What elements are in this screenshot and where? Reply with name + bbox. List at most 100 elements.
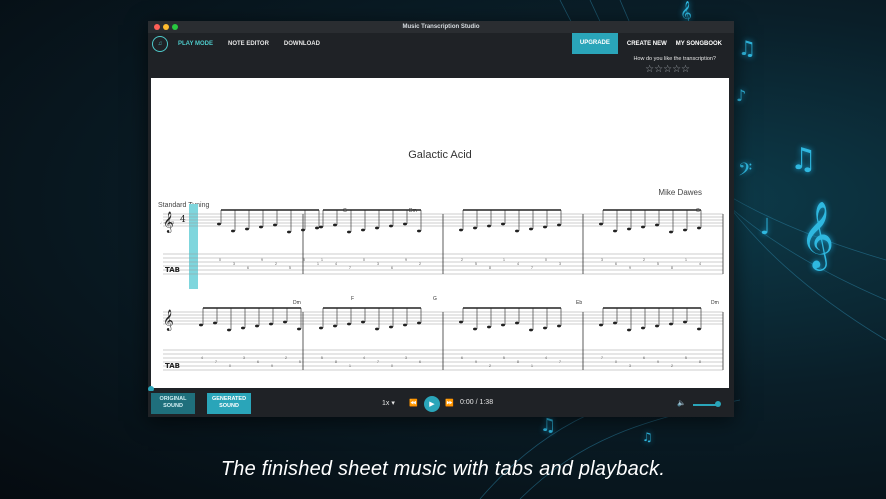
chord-label: G [343,208,347,214]
note-head [417,229,421,233]
tab-fret-number: 3 [377,262,379,266]
tab-fret-number: 7 [377,360,379,364]
tab-fret-number: 5 [503,356,505,360]
menu-note-editor[interactable]: NOTE EDITOR [228,41,269,47]
note-head [599,323,603,327]
tab-fret-number: 0 [363,258,365,262]
menu-play-mode[interactable]: PLAY MODE [178,41,213,47]
tab-fret-number: 7 [531,266,533,270]
volume-slider-knob[interactable] [715,401,721,407]
treble-clef-icon: 𝄞 [163,212,174,233]
logo-glyph: ♫ [157,40,163,47]
music-note-icon: 𝄢 [738,160,753,185]
note-head [273,223,277,227]
note-head [669,322,673,326]
playback-time: 0:00 / 1:38 [460,399,494,406]
create-new-button[interactable]: CREATE NEW [627,41,667,47]
note-head [347,322,351,326]
note-head [515,321,519,325]
note-head [361,228,365,232]
tab-fret-number: 7 [601,356,603,360]
playback-speed-select[interactable]: 1x ▾ [382,399,395,407]
maximize-window-button[interactable] [172,24,178,30]
note-head [473,327,477,331]
note-head [641,326,645,330]
rating-question: How do you like the transcription? [633,56,716,62]
note-head [613,229,617,233]
tab-fret-number: 0 [391,364,393,368]
score-canvas: 𝄞 TAB 𝄞 TAB 4 03692581147036922581470336… [163,204,724,371]
volume-icon[interactable]: 🔈 [677,399,686,407]
tab-fret-number: 4 [201,356,203,360]
note-head [315,226,319,230]
note-head [529,328,533,332]
menu-download[interactable]: DOWNLOAD [284,41,320,47]
tab-fret-number: 7 [215,360,217,364]
tab-fret-number: 4 [545,356,547,360]
note-head [487,325,491,329]
upgrade-button[interactable]: UPGRADE [571,33,618,54]
tab-fret-number: 8 [671,266,673,270]
note-head [403,222,407,226]
minimize-window-button[interactable] [163,24,169,30]
note-head [245,227,249,231]
chord-label: G [696,208,700,214]
note-head [297,327,301,331]
barlines [302,214,724,370]
tab-fret-number: 0 [615,360,617,364]
rewind-icon[interactable]: ⏪ [409,399,418,407]
play-button[interactable]: ▶ [424,396,440,412]
note-head [287,230,291,234]
tab-fret-number: 6 [391,266,393,270]
video-caption: The finished sheet music with tabs and p… [220,458,666,480]
close-window-button[interactable] [154,24,160,30]
tab-fret-number: 8 [303,258,305,262]
tab-fret-number: 2 [461,258,463,262]
note-head [361,320,365,324]
generated-sound-button[interactable]: GENERATED SOUND [207,393,251,414]
note-head [459,228,463,232]
note-head [319,225,323,229]
tab-clef-icon: TAB [165,362,180,370]
tab-fret-number: 5 [475,262,477,266]
tab-fret-number: 1 [317,262,319,266]
music-note-icon: ♫ [642,430,653,444]
my-songbook-button[interactable]: MY SONGBOOK [676,41,722,47]
app-window: Music Transcription Studio ♫ PLAY MODE N… [148,21,734,417]
tab-fret-number: 6 [257,360,259,364]
note-head [333,324,337,328]
tab-fret-number: 8 [699,360,701,364]
note-head [683,228,687,232]
chord-label: Dm [409,208,417,214]
note-head [417,321,421,325]
note-head [241,326,245,330]
tab-fret-number: 9 [271,364,273,368]
tab-fret-number: 5 [289,266,291,270]
tab-fret-number: 3 [405,356,407,360]
tab-fret-number: 3 [559,262,561,266]
tab-fret-number: 2 [671,364,673,368]
note-head [557,223,561,227]
note-head [319,326,323,330]
title-bar: Music Transcription Studio [148,21,734,33]
fast-forward-icon[interactable]: ⏩ [445,399,454,407]
tab-fret-number: 1 [349,364,351,368]
tab-fret-number: 9 [261,258,263,262]
chord-label: G [433,296,437,302]
note-head [501,222,505,226]
tab-fret-number: 1 [685,258,687,262]
note-head [487,224,491,228]
tab-fret-number: 9 [629,266,631,270]
tab-fret-number: 6 [461,356,463,360]
music-note-icon: ♪ [736,86,747,105]
note-head [259,225,263,229]
note-head [613,321,617,325]
tab-fret-number: 4 [335,262,337,266]
rating-area: How do you like the transcription? ☆☆☆☆☆ [148,54,734,78]
rating-stars[interactable]: ☆☆☆☆☆ [645,64,690,75]
chord-label: Dm [711,300,719,306]
original-sound-button[interactable]: ORIGINAL SOUND [151,393,195,414]
tab-fret-number: 9 [405,258,407,262]
app-logo-icon[interactable]: ♫ [152,35,168,52]
note-head [213,321,217,325]
